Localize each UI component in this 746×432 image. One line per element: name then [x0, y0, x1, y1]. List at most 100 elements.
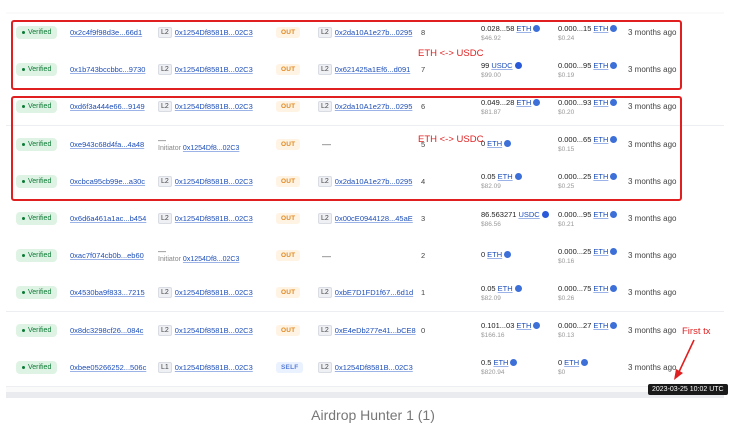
to-address-link[interactable]: 0xbE7D1FD1f67...6d1d: [335, 288, 413, 297]
token-icon: [533, 322, 541, 330]
fee-cell: 0.000...25 ETH $0.16: [558, 237, 618, 274]
value-cell: 0 ETH: [481, 237, 512, 274]
age-cell[interactable]: 3 months ago: [628, 237, 676, 274]
fee-token-link[interactable]: ETH: [593, 321, 608, 330]
token-icon: [510, 359, 518, 367]
status-cell: Verified: [16, 274, 58, 311]
layer-chip: L2: [158, 213, 172, 224]
highlight-box-1: [11, 20, 682, 90]
status-badge: Verified: [16, 212, 58, 225]
tx-hash-cell: 0x4530ba9f833...7215: [70, 274, 145, 311]
age-cell[interactable]: 3 months ago: [628, 200, 676, 237]
age-cell[interactable]: 3 months ago: [628, 274, 676, 311]
fee-amount: 0.000...75: [558, 283, 592, 293]
fee-usd: $0.13: [558, 332, 575, 340]
from-cell: L1 0x1254Df8581B...02C3: [158, 349, 253, 386]
status-label: Verified: [28, 289, 52, 297]
status-dot: [22, 328, 25, 332]
status-label: Verified: [28, 326, 52, 334]
status-dot: [22, 365, 25, 369]
from-address-link[interactable]: 0x1254Df8581B...02C3: [175, 214, 253, 223]
to-address-link[interactable]: 0x1254Df8581B...02C3: [335, 363, 413, 372]
status-badge: Verified: [16, 323, 58, 337]
from-address-link[interactable]: 0x1254Df8581B...02C3: [175, 363, 253, 372]
fee-usd: $0.26: [558, 294, 575, 302]
value-token-link[interactable]: ETH: [493, 358, 508, 367]
layer-chip: L2: [318, 213, 332, 224]
direction-cell: OUT: [276, 274, 301, 311]
to-address-link[interactable]: 0xE4eDb277e41...bCE8: [335, 326, 416, 335]
from-address-link[interactable]: 0x1254Df8...02C3: [183, 256, 239, 263]
direction-badge: SELF: [276, 361, 304, 373]
value-token-link[interactable]: ETH: [487, 250, 502, 259]
value-token-link[interactable]: USDC: [518, 210, 539, 219]
image-caption: Airdrop Hunter 1 (1): [311, 407, 435, 423]
fee-usd: $0.16: [558, 257, 575, 265]
value-cell: 86.563271 USDC $86.56: [481, 200, 549, 237]
direction-cell: OUT: [276, 200, 301, 237]
table-row[interactable]: Verified 0xac7f074cb0b...eb60 — Initiato…: [6, 237, 724, 276]
value-amount: 0.05: [481, 283, 496, 293]
tx-hash-link[interactable]: 0x6d6a461a1ac...b454: [70, 214, 146, 223]
status-dot: [22, 291, 25, 295]
direction-badge: OUT: [276, 287, 301, 299]
eth-icon: [610, 247, 618, 255]
fee-token-link[interactable]: ETH: [564, 358, 579, 367]
value-usd: $820.94: [481, 369, 505, 377]
table-row[interactable]: Verified 0xbee05266252...506c L1 0x1254D…: [6, 348, 724, 387]
nonce-cell: 1: [421, 288, 426, 298]
token-icon: [541, 210, 549, 218]
eth-icon: [610, 210, 618, 218]
fee-token-link[interactable]: ETH: [593, 210, 608, 219]
fee-usd: $0.21: [558, 220, 575, 228]
status-cell: Verified: [16, 349, 58, 386]
status-cell: Verified: [16, 200, 58, 237]
table-row[interactable]: Verified 0x6d6a461a1ac...b454 L2 0x1254D…: [6, 200, 724, 238]
table-row[interactable]: Verified 0x4530ba9f833...7215 L2 0x1254D…: [6, 274, 724, 313]
value-amount: 0.5: [481, 358, 492, 368]
from-address-link[interactable]: 0x1254Df8581B...02C3: [175, 326, 253, 335]
status-badge: Verified: [16, 249, 58, 263]
fee-amount: 0.000...95: [558, 209, 592, 219]
arrow-shaft: [677, 339, 695, 375]
token-icon: [514, 284, 522, 292]
status-cell: Verified: [16, 237, 58, 274]
to-cell: —: [322, 250, 331, 261]
value-token-link[interactable]: ETH: [498, 284, 513, 293]
nonce-cell: 3: [421, 214, 426, 223]
value-token-link[interactable]: ETH: [516, 321, 531, 330]
direction-badge: OUT: [276, 324, 301, 336]
annotation-label-2: ETH <-> USDC: [418, 134, 484, 145]
tx-hash-link[interactable]: 0x8dc3298cf26...084c: [70, 326, 143, 335]
value-amount: 0.101...03: [481, 321, 515, 331]
from-dash: —: [158, 247, 166, 257]
status-badge: Verified: [16, 360, 58, 374]
tx-hash-link[interactable]: 0xac7f074cb0b...eb60: [70, 251, 144, 260]
fee-token-link[interactable]: ETH: [593, 247, 608, 256]
layer-chip: L2: [158, 287, 172, 299]
tx-hash-cell: 0xac7f074cb0b...eb60: [70, 237, 144, 274]
to-cell: L2 0x1254Df8581B...02C3: [318, 349, 413, 386]
tx-hash-link[interactable]: 0xbee05266252...506c: [70, 363, 146, 372]
layer-chip: L2: [318, 287, 332, 299]
fee-cell: 0.000...75 ETH $0.26: [558, 274, 618, 311]
from-address-link[interactable]: 0x1254Df8581B...02C3: [175, 288, 253, 297]
to-address-link[interactable]: 0x00cE0944128...45aE: [335, 214, 413, 223]
to-cell: L2 0xE4eDb277e41...bCE8: [318, 312, 416, 349]
from-cell: L2 0x1254Df8581B...02C3: [158, 312, 253, 349]
status-badge: Verified: [16, 286, 58, 300]
layer-chip: L2: [318, 361, 332, 373]
value-cell: 0.101...03 ETH $166.16: [481, 312, 541, 349]
table-row[interactable]: Verified 0x8dc3298cf26...084c L2 0x1254D…: [6, 311, 724, 350]
fee-token-link[interactable]: ETH: [593, 284, 608, 293]
status-dot: [22, 254, 25, 258]
eth-icon: [610, 284, 618, 292]
tx-hash-link[interactable]: 0x4530ba9f833...7215: [70, 288, 145, 297]
fee-amount: 0.000...27: [558, 321, 592, 331]
from-cell: L2 0x1254Df8581B...02C3: [158, 200, 253, 237]
nonce-cell: 2: [421, 251, 426, 261]
fee-cell: 0.000...95 ETH $0.21: [558, 200, 618, 237]
value-amount: 0: [481, 250, 486, 260]
from-cell: — Initiator 0x1254Df8...02C3: [158, 237, 239, 274]
layer-chip: L2: [318, 324, 332, 336]
